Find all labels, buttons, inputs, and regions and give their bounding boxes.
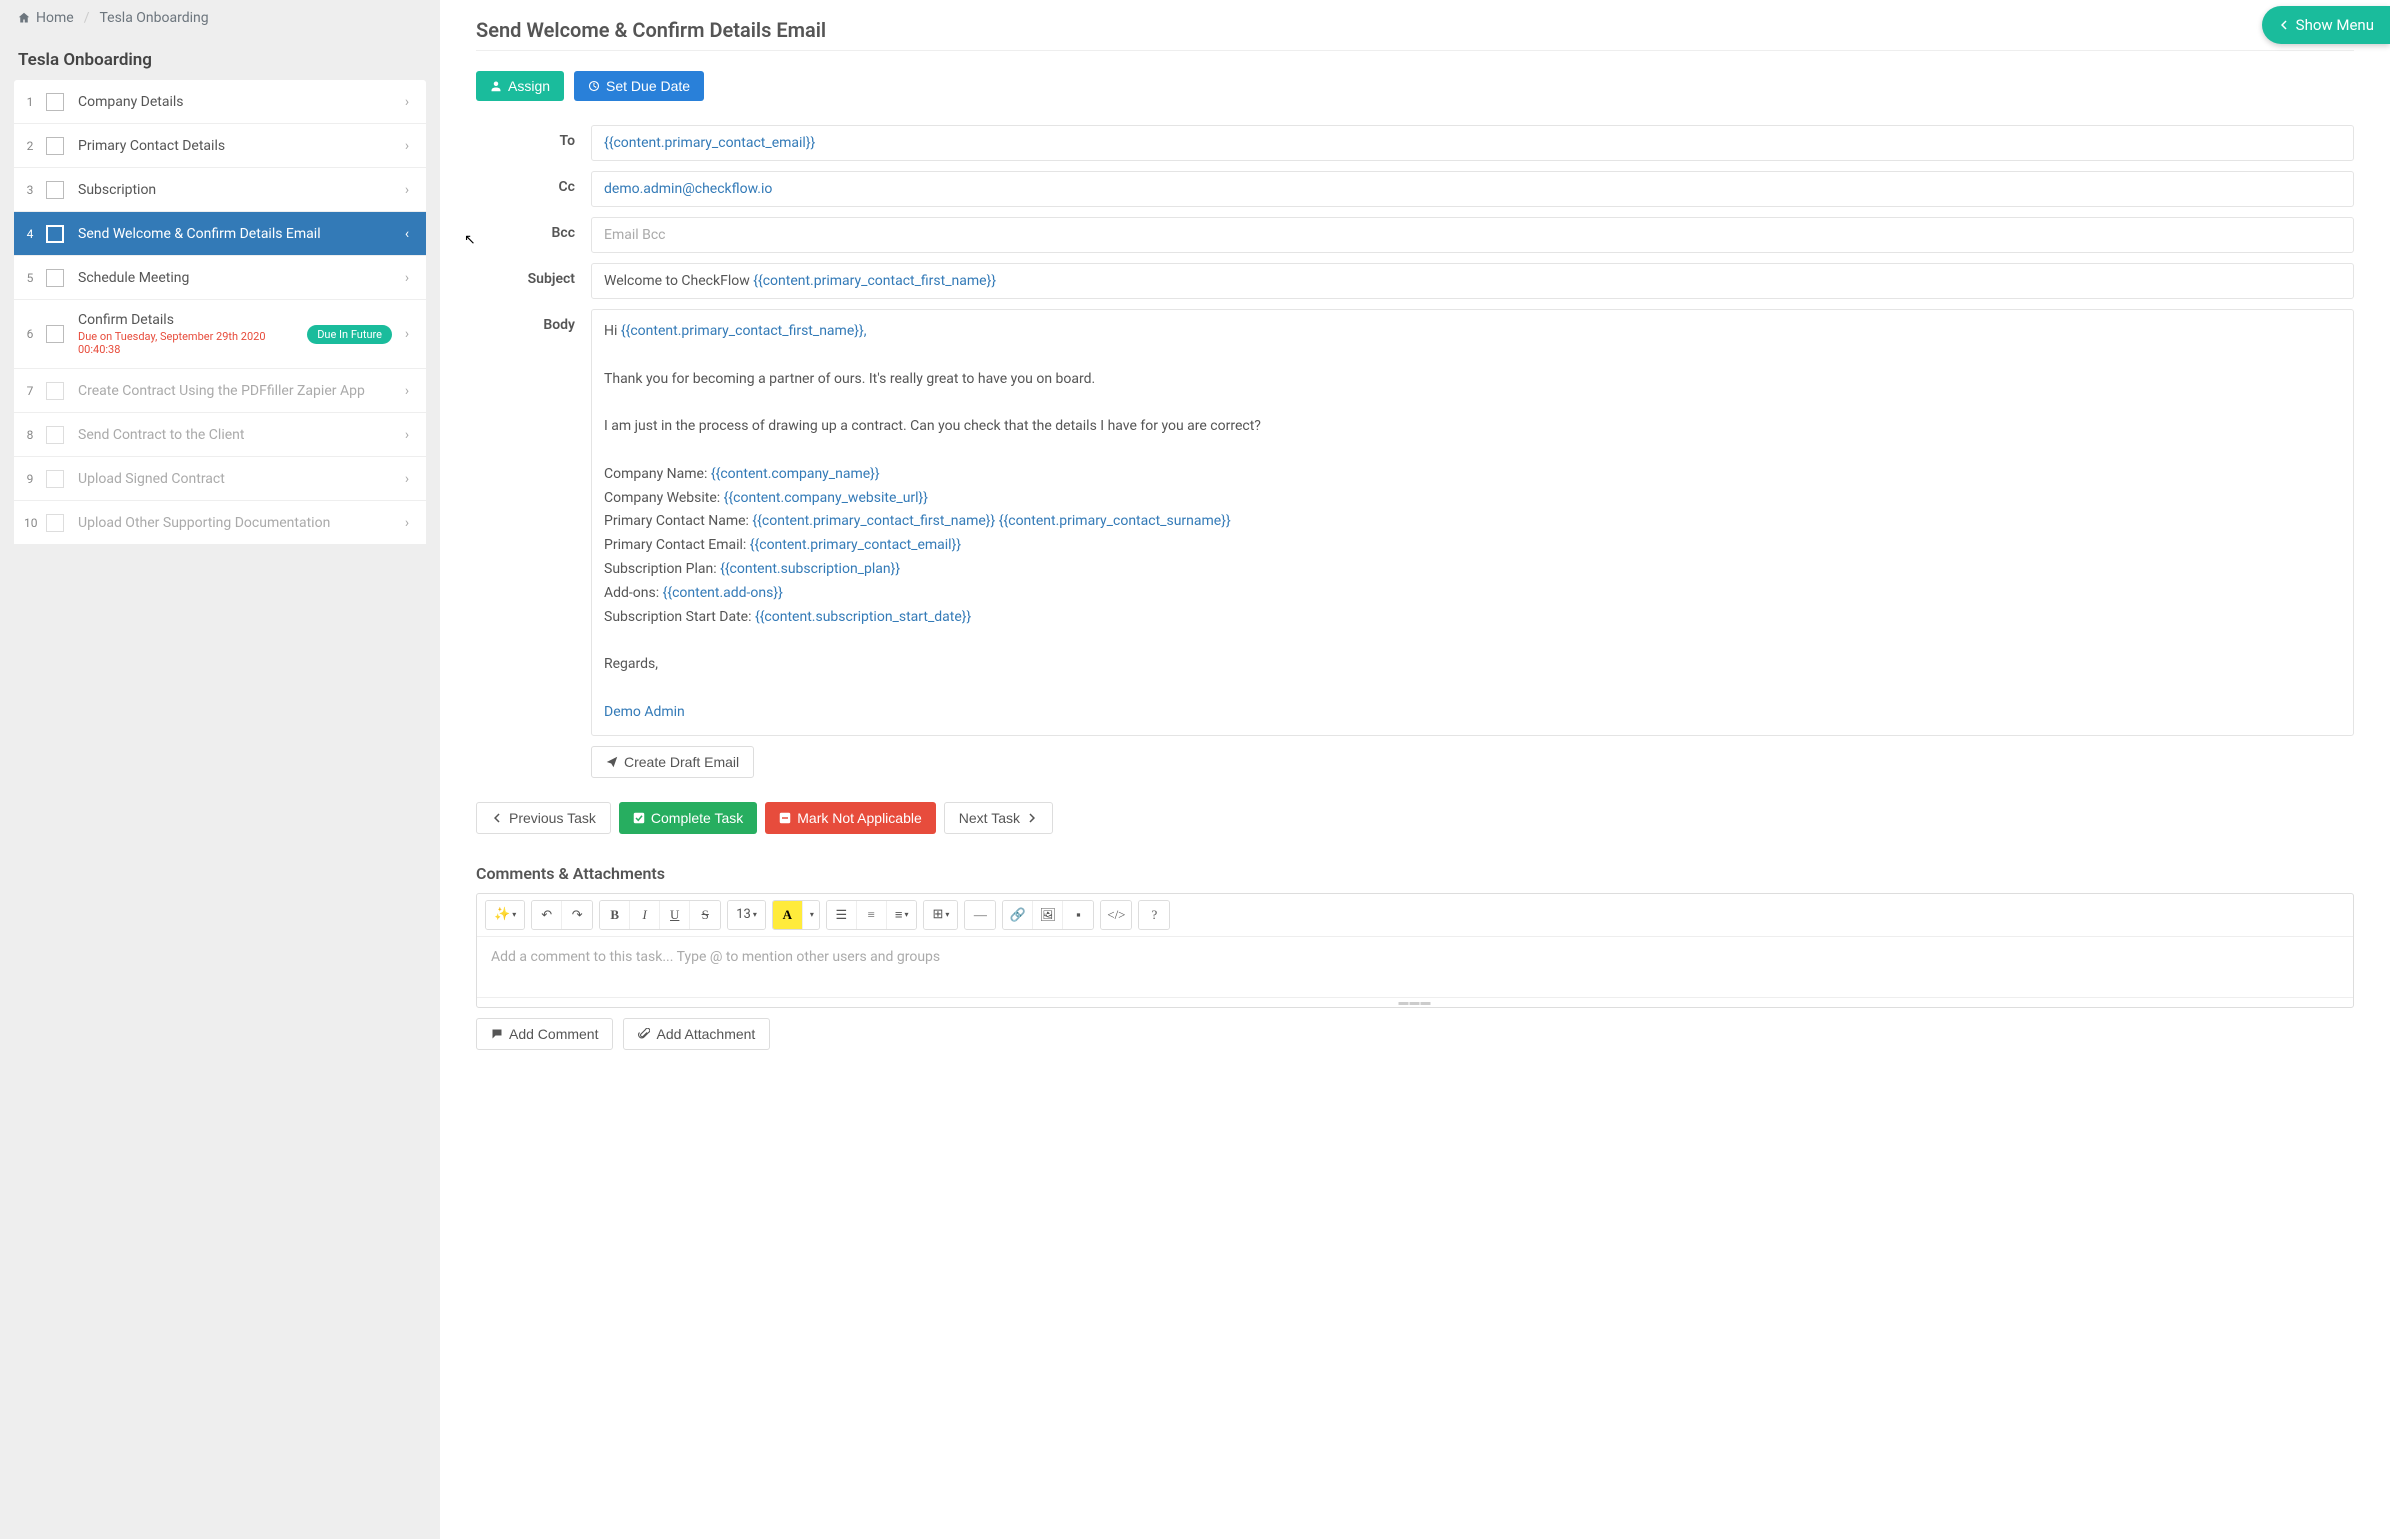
task-checkbox[interactable] (46, 426, 64, 444)
hr-button[interactable]: — (965, 901, 995, 929)
paperclip-icon (638, 1028, 650, 1040)
bold-button[interactable]: B (600, 901, 630, 929)
minus-square-icon (779, 812, 791, 824)
bcc-label: Bcc (516, 217, 591, 241)
align-dropdown[interactable]: ≡▾ (887, 901, 917, 929)
task-checkbox[interactable] (46, 225, 64, 243)
bcc-field[interactable]: Email Bcc (591, 217, 2354, 253)
show-menu-button[interactable]: Show Menu (2262, 6, 2390, 44)
task-item-7[interactable]: 7 Create Contract Using the PDFfiller Za… (14, 369, 426, 413)
redo-button[interactable]: ↷ (562, 901, 592, 929)
comment-textarea[interactable]: Add a comment to this task... Type @ to … (477, 937, 2353, 997)
task-item-1[interactable]: 1 Company Details › (14, 80, 426, 124)
video-button[interactable]: ▪ (1063, 901, 1093, 929)
to-label: To (516, 125, 591, 149)
add-comment-button[interactable]: Add Comment (476, 1018, 613, 1050)
home-icon (18, 12, 30, 24)
task-item-9[interactable]: 9 Upload Signed Contract › (14, 457, 426, 501)
breadcrumb-home[interactable]: Home (36, 10, 74, 26)
chevron-right-icon: › (398, 182, 426, 198)
task-item-6[interactable]: 6 Confirm Details Due on Tuesday, Septem… (14, 300, 426, 369)
editor-toolbar: ✨▾ ↶ ↷ B I U S 13▾ A ▾ (477, 894, 2353, 937)
strikethrough-button[interactable]: S (690, 901, 720, 929)
mark-na-button[interactable]: Mark Not Applicable (765, 802, 936, 834)
subject-label: Subject (516, 263, 591, 287)
link-button[interactable]: 🔗 (1003, 901, 1033, 929)
code-view-button[interactable]: </> (1101, 901, 1131, 929)
cc-label: Cc (516, 171, 591, 195)
to-field[interactable]: {{content.primary_contact_email}} (591, 125, 2354, 161)
comment-icon (491, 1028, 503, 1040)
subject-field[interactable]: Welcome to CheckFlow {{content.primary_c… (591, 263, 2354, 299)
body-field[interactable]: Hi {{content.primary_contact_first_name}… (591, 309, 2354, 736)
chevron-right-icon: › (398, 515, 426, 531)
breadcrumb-sep: / (84, 10, 90, 26)
task-item-5[interactable]: 5 Schedule Meeting › (14, 256, 426, 300)
previous-task-button[interactable]: Previous Task (476, 802, 611, 834)
clock-icon (588, 80, 600, 92)
due-badge: Due In Future (307, 325, 392, 344)
chevron-left-icon: ‹ (398, 226, 426, 242)
task-checkbox[interactable] (46, 470, 64, 488)
cursor-icon: ↖ (464, 232, 476, 248)
chevron-right-icon: › (398, 326, 426, 342)
task-checkbox[interactable] (46, 325, 64, 343)
task-checkbox[interactable] (46, 181, 64, 199)
cc-field[interactable]: demo.admin@checkflow.io (591, 171, 2354, 207)
task-checkbox[interactable] (46, 93, 64, 111)
breadcrumb: Home / Tesla Onboarding (0, 0, 440, 36)
check-icon (633, 812, 645, 824)
task-checkbox[interactable] (46, 382, 64, 400)
create-draft-button[interactable]: Create Draft Email (591, 746, 754, 778)
sidebar: Home / Tesla Onboarding Tesla Onboarding… (0, 0, 440, 1539)
task-item-10[interactable]: 10 Upload Other Supporting Documentation… (14, 501, 426, 545)
chevron-left-icon (2278, 19, 2290, 31)
text-color-dropdown[interactable]: ▾ (803, 901, 819, 929)
chevron-right-icon: › (398, 383, 426, 399)
table-dropdown[interactable]: ⊞▾ (924, 901, 957, 929)
image-button[interactable]: 🖼 (1033, 901, 1063, 929)
user-icon (490, 80, 502, 92)
ordered-list-button[interactable]: ≡ (857, 901, 887, 929)
task-item-8[interactable]: 8 Send Contract to the Client › (14, 413, 426, 457)
divider (476, 50, 2354, 51)
task-item-3[interactable]: 3 Subscription › (14, 168, 426, 212)
undo-button[interactable]: ↶ (532, 901, 562, 929)
add-attachment-button[interactable]: Add Attachment (623, 1018, 770, 1050)
task-list: 1 Company Details › 2 Primary Contact De… (0, 80, 440, 545)
task-checkbox[interactable] (46, 269, 64, 287)
chevron-right-icon (1026, 812, 1038, 824)
task-item-2[interactable]: 2 Primary Contact Details › (14, 124, 426, 168)
task-checkbox[interactable] (46, 137, 64, 155)
task-checkbox[interactable] (46, 514, 64, 532)
help-button[interactable]: ? (1139, 901, 1169, 929)
next-task-button[interactable]: Next Task (944, 802, 1053, 834)
font-size-dropdown[interactable]: 13▾ (728, 901, 765, 929)
text-color-button[interactable]: A (773, 901, 803, 929)
italic-button[interactable]: I (630, 901, 660, 929)
style-dropdown[interactable]: ✨▾ (486, 901, 524, 929)
underline-button[interactable]: U (660, 901, 690, 929)
page-title: Send Welcome & Confirm Details Email (476, 18, 2354, 42)
main-content: ↖ Send Welcome & Confirm Details Email A… (440, 0, 2390, 1539)
body-label: Body (516, 309, 591, 333)
editor-resize-handle[interactable]: ▬▬▬ (477, 997, 2353, 1007)
assign-button[interactable]: Assign (476, 71, 564, 101)
chevron-right-icon: › (398, 471, 426, 487)
sidebar-title: Tesla Onboarding (0, 36, 440, 80)
chevron-right-icon: › (398, 270, 426, 286)
set-due-date-button[interactable]: Set Due Date (574, 71, 704, 101)
show-menu-label: Show Menu (2296, 16, 2374, 34)
complete-task-button[interactable]: Complete Task (619, 802, 757, 834)
chevron-right-icon: › (398, 427, 426, 443)
chevron-left-icon (491, 812, 503, 824)
chevron-right-icon: › (398, 94, 426, 110)
paper-plane-icon (606, 756, 618, 768)
comment-editor: ✨▾ ↶ ↷ B I U S 13▾ A ▾ (476, 893, 2354, 1008)
unordered-list-button[interactable]: ☰ (827, 901, 857, 929)
breadcrumb-current: Tesla Onboarding (99, 10, 208, 26)
task-item-4[interactable]: 4 Send Welcome & Confirm Details Email ‹ (14, 212, 426, 256)
comments-title: Comments & Attachments (476, 864, 2354, 883)
chevron-right-icon: › (398, 138, 426, 154)
